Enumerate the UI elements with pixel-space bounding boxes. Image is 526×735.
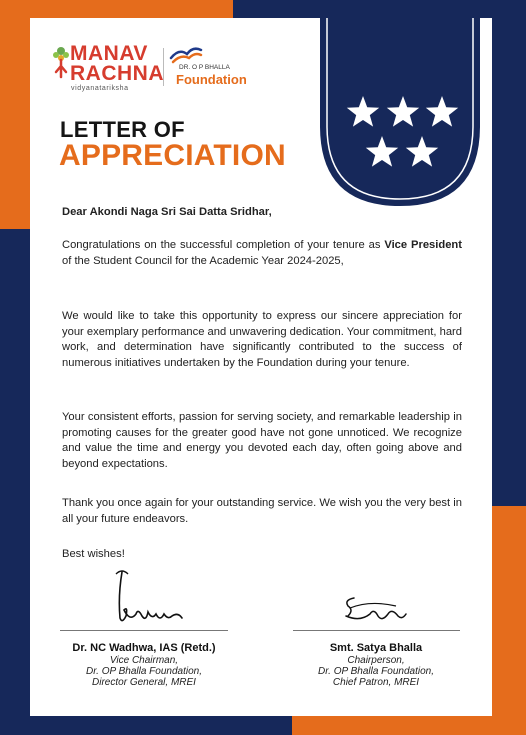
- logo-rachna-text: RACHNA: [70, 62, 164, 85]
- signatory-right-role1: Chairperson,: [347, 655, 405, 666]
- signatory-right-role2: Dr. OP Bhalla Foundation,: [318, 666, 434, 677]
- paragraph-3: Your consistent efforts, passion for ser…: [62, 411, 462, 470]
- signatory-right-role3: Chief Patron, MREI: [332, 677, 420, 688]
- signatory-left-role2: Dr. OP Bhalla Foundation,: [86, 666, 202, 677]
- logo-manav-text: MANAV: [70, 42, 148, 65]
- letter-title-line2: APPRECIATION: [59, 139, 286, 172]
- signature-line-right: [293, 630, 460, 631]
- institution-logo: MANAV RACHNA vidyanatariksha DR. O P BHA…: [52, 42, 247, 92]
- signature-left: [115, 570, 183, 622]
- signature-right: [345, 597, 407, 620]
- salutation: Dear Akondi Naga Sri Sai Datta Sridhar,: [62, 206, 272, 218]
- paragraph-4: Thank you once again for your outstandin…: [62, 497, 462, 525]
- bird-icon: [169, 47, 203, 64]
- logo-divider: [163, 48, 164, 86]
- p1-position: Vice President: [384, 239, 462, 251]
- p1-text-end: of the Student Council for the Academic …: [62, 254, 344, 267]
- logo-opb-text: DR. O P BHALLA: [179, 64, 230, 71]
- star-badge: [320, 18, 480, 206]
- closing: Best wishes!: [62, 548, 125, 560]
- signatory-left-role1: Vice Chairman,: [109, 655, 179, 666]
- signature-line-left: [60, 630, 228, 631]
- signatory-right-name: Smt. Satya Bhalla: [329, 642, 423, 654]
- paragraph-1: Congratulations on the successful comple…: [62, 238, 462, 269]
- logo-tagline: vidyanatariksha: [71, 85, 129, 92]
- paragraph-2: We would like to take this opportunity t…: [62, 310, 462, 369]
- signatory-left-role3: Director General, MREI: [92, 677, 196, 688]
- p1-text-start: Congratulations on the successful comple…: [62, 239, 385, 251]
- tree-icon: [53, 47, 69, 79]
- signatory-left-name: Dr. NC Wadhwa, IAS (Retd.): [72, 642, 216, 654]
- logo-foundation-text: Foundation: [176, 72, 247, 87]
